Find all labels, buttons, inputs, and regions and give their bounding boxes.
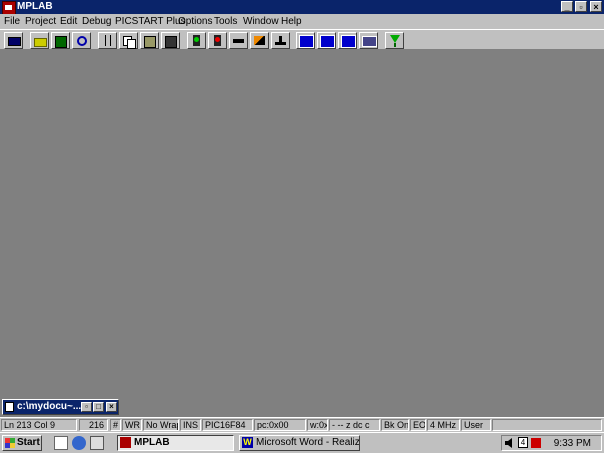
- minwin-maximize-button[interactable]: □: [93, 402, 104, 412]
- internet-explorer-icon[interactable]: [72, 436, 86, 450]
- status-line-count: 216: [79, 419, 108, 431]
- project-icon[interactable]: [4, 32, 23, 49]
- open-file-icon[interactable]: [30, 32, 49, 49]
- status-breakpoints: Bk On: [381, 419, 409, 431]
- clock[interactable]: 9:33 PM: [554, 437, 591, 450]
- status-hash: #: [110, 419, 121, 431]
- taskbar: Start MPLAB W Microsoft Word - Realizar.…: [0, 432, 604, 453]
- save-icon[interactable]: [51, 32, 70, 49]
- program-memory-window-icon[interactable]: [317, 32, 336, 49]
- step-icon[interactable]: [229, 32, 248, 49]
- title-bar[interactable]: MPLAB _ ▫ ×: [0, 0, 604, 15]
- tray-app-icon[interactable]: [531, 438, 541, 448]
- restore-button[interactable]: ▫: [575, 1, 587, 12]
- find-icon[interactable]: [72, 32, 91, 49]
- paste-icon[interactable]: [140, 32, 159, 49]
- filter-icon[interactable]: [385, 32, 404, 49]
- copy-icon[interactable]: [119, 32, 138, 49]
- status-flags: - -- z dc c: [329, 419, 380, 431]
- reset-icon[interactable]: [271, 32, 290, 49]
- menu-debug[interactable]: Debug: [82, 15, 111, 28]
- mplab-icon: [120, 437, 131, 448]
- taskbar-item-label: Microsoft Word - Realizar...: [256, 437, 360, 448]
- tray-badge[interactable]: 4: [518, 437, 528, 448]
- menu-project[interactable]: Project: [25, 15, 56, 28]
- status-user: User: [461, 419, 491, 431]
- menu-edit[interactable]: Edit: [60, 15, 77, 28]
- menu-bar: File Project Edit Debug PICSTART Plus Op…: [0, 14, 604, 29]
- menu-tools[interactable]: Tools: [214, 15, 237, 28]
- menu-window[interactable]: Window: [243, 15, 279, 28]
- system-tray: 4 9:33 PM: [501, 435, 602, 451]
- windows-logo-icon: [5, 438, 15, 448]
- outlook-express-icon[interactable]: [90, 436, 104, 450]
- taskbar-item-word[interactable]: W Microsoft Word - Realizar...: [239, 435, 360, 451]
- menu-help[interactable]: Help: [281, 15, 302, 28]
- status-insert-mode: INS: [180, 419, 201, 431]
- status-frequency: 4 MHz: [427, 419, 460, 431]
- minimized-window-title: c:\mydocu~...: [17, 401, 82, 412]
- file-register-window-icon[interactable]: [296, 32, 315, 49]
- mdi-workspace[interactable]: [0, 50, 604, 417]
- status-cursor-position: Ln 213 Col 9: [1, 419, 77, 431]
- status-bar: Ln 213 Col 9 216 # WR No Wrap INS PIC16F…: [0, 417, 604, 432]
- status-empty: [492, 419, 602, 431]
- run-icon[interactable]: [187, 32, 206, 49]
- status-device: PIC16F84: [202, 419, 253, 431]
- status-write-mode: WR: [122, 419, 142, 431]
- window-title: MPLAB: [17, 1, 53, 12]
- start-button[interactable]: Start: [2, 435, 42, 451]
- desktop-shortcut-icon[interactable]: [54, 436, 68, 450]
- save-all-icon[interactable]: [161, 32, 180, 49]
- menu-options[interactable]: Options: [178, 15, 212, 28]
- watch-window-icon[interactable]: [359, 32, 378, 49]
- mplab-app-icon[interactable]: [2, 1, 16, 15]
- minimized-document-window[interactable]: c:\mydocu~... ▫ □ ×: [2, 399, 119, 415]
- halt-icon[interactable]: [208, 32, 227, 49]
- sfr-window-icon[interactable]: [338, 32, 357, 49]
- taskbar-item-mplab[interactable]: MPLAB: [117, 435, 234, 451]
- status-pc: pc:0x00: [254, 419, 306, 431]
- taskbar-item-label: MPLAB: [134, 437, 170, 448]
- status-w-register: w:0x00: [307, 419, 328, 431]
- step-over-icon[interactable]: [250, 32, 269, 49]
- start-label: Start: [17, 437, 40, 448]
- minimize-button[interactable]: _: [561, 1, 573, 12]
- minwin-close-button[interactable]: ×: [106, 402, 117, 412]
- status-wrap: No Wrap: [143, 419, 179, 431]
- menu-file[interactable]: File: [4, 15, 20, 28]
- word-icon: W: [242, 437, 253, 448]
- cut-icon[interactable]: [98, 32, 117, 49]
- document-icon: [5, 402, 14, 412]
- minwin-restore-button[interactable]: ▫: [81, 402, 92, 412]
- menu-picstart[interactable]: PICSTART Plus: [115, 15, 186, 28]
- close-button[interactable]: ×: [590, 1, 602, 12]
- volume-icon[interactable]: [505, 438, 515, 448]
- toolbar: [0, 29, 604, 50]
- status-eo: EO: [410, 419, 426, 431]
